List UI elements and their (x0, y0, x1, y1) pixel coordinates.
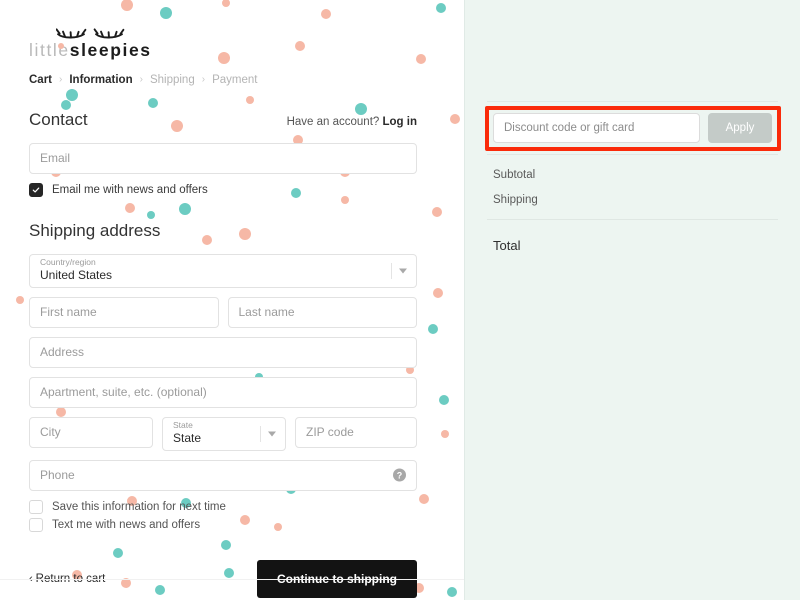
email-placeholder: Email (40, 151, 71, 165)
brand-logo[interactable]: little sleepies (29, 26, 417, 60)
select-divider (260, 425, 261, 442)
phone-field[interactable]: Phone ? (29, 459, 417, 491)
shipping-row: Shipping (493, 194, 772, 206)
apartment-field[interactable]: Apartment, suite, etc. (optional) (29, 376, 417, 408)
grand-total-row: Total (493, 220, 772, 253)
save-info-checkbox-row[interactable]: Save this information for next time (29, 499, 417, 514)
subtotal-label: Subtotal (493, 169, 536, 181)
newsletter-checkbox[interactable] (29, 182, 43, 197)
text-offers-checkbox[interactable] (29, 517, 43, 532)
zip-code-placeholder: ZIP code (306, 425, 354, 439)
city-placeholder: City (40, 425, 61, 439)
select-divider (391, 262, 392, 279)
breadcrumb-item-payment: Payment (212, 73, 258, 86)
contact-section-header: Contact Have an account? Log in (29, 110, 417, 130)
checkout-page: little sleepies Cart › Information › Ship… (0, 0, 800, 600)
text-offers-label: Text me with news and offers (52, 518, 201, 531)
apply-discount-button[interactable]: Apply (708, 113, 772, 143)
state-label: State (173, 420, 193, 431)
breadcrumb: Cart › Information › Shipping › Payment (29, 74, 417, 86)
country-region-label: Country/region (40, 257, 96, 268)
brand-name-light: little (29, 40, 70, 60)
save-info-label: Save this information for next time (52, 500, 226, 513)
total-label: Total (493, 238, 521, 253)
account-note-text: Have an account? (286, 115, 380, 128)
chevron-down-icon (268, 431, 276, 436)
last-name-placeholder: Last name (238, 305, 295, 319)
email-field[interactable]: Email (29, 142, 417, 174)
order-summary-panel: Discount code or gift card Apply Subtota… (464, 0, 800, 600)
address-field[interactable]: Address (29, 336, 417, 368)
breadcrumb-separator: › (201, 74, 206, 85)
city-state-zip-row: City State State ZIP code (29, 416, 417, 460)
state-value: State (173, 430, 202, 445)
login-link[interactable]: Log in (383, 116, 418, 128)
address-placeholder: Address (40, 345, 85, 359)
brand-name-bold: sleepies (69, 40, 152, 60)
discount-code-input[interactable]: Discount code or gift card (493, 113, 700, 143)
apartment-placeholder: Apartment, suite, etc. (optional) (40, 385, 207, 399)
discount-section: Discount code or gift card Apply (485, 102, 781, 154)
text-offers-checkbox-row[interactable]: Text me with news and offers (29, 517, 417, 532)
breadcrumb-separator: › (139, 74, 143, 85)
brand-wordmark: little sleepies (29, 40, 417, 60)
first-name-field[interactable]: First name (29, 296, 219, 328)
totals-section: Subtotal Shipping Total (487, 155, 778, 253)
chevron-down-icon (399, 268, 407, 273)
country-region-select[interactable]: Country/region United States (29, 253, 417, 288)
contact-title: Contact (29, 109, 88, 129)
subtotal-row: Subtotal (493, 169, 772, 181)
breadcrumb-item-information[interactable]: Information (69, 74, 132, 86)
check-icon (32, 186, 40, 193)
city-field[interactable]: City (29, 416, 153, 448)
state-select[interactable]: State State (162, 416, 286, 451)
newsletter-label: Email me with news and offers (52, 183, 208, 196)
last-name-field[interactable]: Last name (227, 296, 417, 328)
phone-placeholder: Phone (40, 468, 75, 482)
question-mark-help-icon[interactable]: ? (393, 468, 406, 482)
breadcrumb-item-cart[interactable]: Cart (29, 74, 52, 86)
closed-eyes-lashes-icon (56, 28, 125, 39)
checkout-form-column: little sleepies Cart › Information › Ship… (0, 0, 464, 600)
account-note: Have an account? Log in (287, 116, 417, 128)
newsletter-checkbox-row[interactable]: Email me with news and offers (29, 182, 417, 197)
first-name-placeholder: First name (40, 305, 97, 319)
shipping-cost-label: Shipping (493, 194, 538, 206)
breadcrumb-item-shipping: Shipping (149, 73, 195, 86)
zip-code-field[interactable]: ZIP code (295, 416, 417, 448)
name-row: First name Last name (29, 296, 417, 337)
shipping-section-header: Shipping address (29, 221, 417, 241)
shipping-title: Shipping address (29, 220, 161, 240)
breadcrumb-separator: › (59, 74, 63, 85)
save-info-checkbox[interactable] (29, 499, 43, 514)
country-region-value: United States (40, 267, 113, 282)
footer-divider (0, 579, 464, 580)
